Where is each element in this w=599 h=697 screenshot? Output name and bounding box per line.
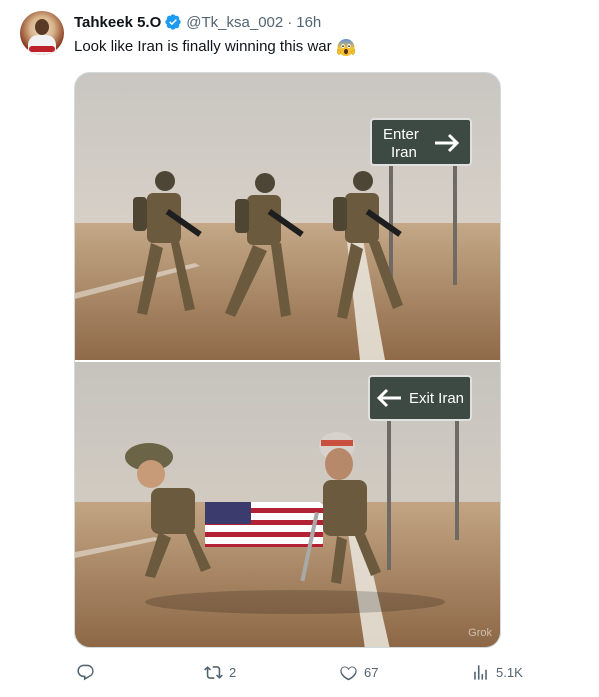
- sign-enter-line1: Enter: [383, 126, 419, 143]
- timestamp[interactable]: 16h: [296, 14, 321, 31]
- sign-exit-text: Exit Iran: [409, 390, 464, 407]
- tweet-text-content: Look like Iran is finally winning this w…: [74, 38, 332, 55]
- tweet-actions: 2 67 5.1K: [74, 660, 534, 684]
- display-name[interactable]: Tahkeek 5.O: [74, 14, 161, 31]
- retweet-count: 2: [229, 664, 237, 680]
- enter-iran-sign: Enter Iran: [370, 118, 472, 166]
- like-button[interactable]: 67: [339, 660, 378, 684]
- reply-icon: [77, 664, 94, 680]
- tweet-header: Tahkeek 5.O @Tk_ksa_002 · 16h: [74, 12, 321, 32]
- heart-icon: [340, 665, 357, 680]
- tweet: Tahkeek 5.O @Tk_ksa_002 · 16h Look like …: [0, 0, 599, 697]
- exit-iran-sign: Exit Iran: [368, 375, 472, 421]
- sign-enter-line2: Iran: [391, 144, 417, 161]
- separator-dot: ·: [287, 13, 293, 31]
- media-image-bottom[interactable]: Exit Iran Grok: [75, 362, 500, 647]
- retweet-button[interactable]: 2: [204, 660, 236, 684]
- user-handle[interactable]: @Tk_ksa_002: [186, 14, 283, 31]
- avatar[interactable]: [20, 11, 64, 55]
- like-count: 67: [364, 664, 379, 680]
- tweet-media[interactable]: Enter Iran Exit Iran Grok: [74, 72, 501, 648]
- scream-face-emoji-icon: [336, 37, 356, 57]
- flag-coffin: [205, 502, 323, 547]
- media-image-top[interactable]: Enter Iran: [75, 73, 500, 360]
- tweet-text: Look like Iran is finally winning this w…: [74, 37, 356, 57]
- retweet-icon: [204, 665, 223, 679]
- views-icon: [474, 664, 487, 680]
- verified-badge-icon[interactable]: [164, 13, 182, 31]
- views-count: 5.1K: [496, 664, 523, 680]
- reply-button[interactable]: [76, 660, 101, 684]
- views-button[interactable]: 5.1K: [471, 660, 523, 684]
- grok-watermark: Grok: [468, 627, 492, 639]
